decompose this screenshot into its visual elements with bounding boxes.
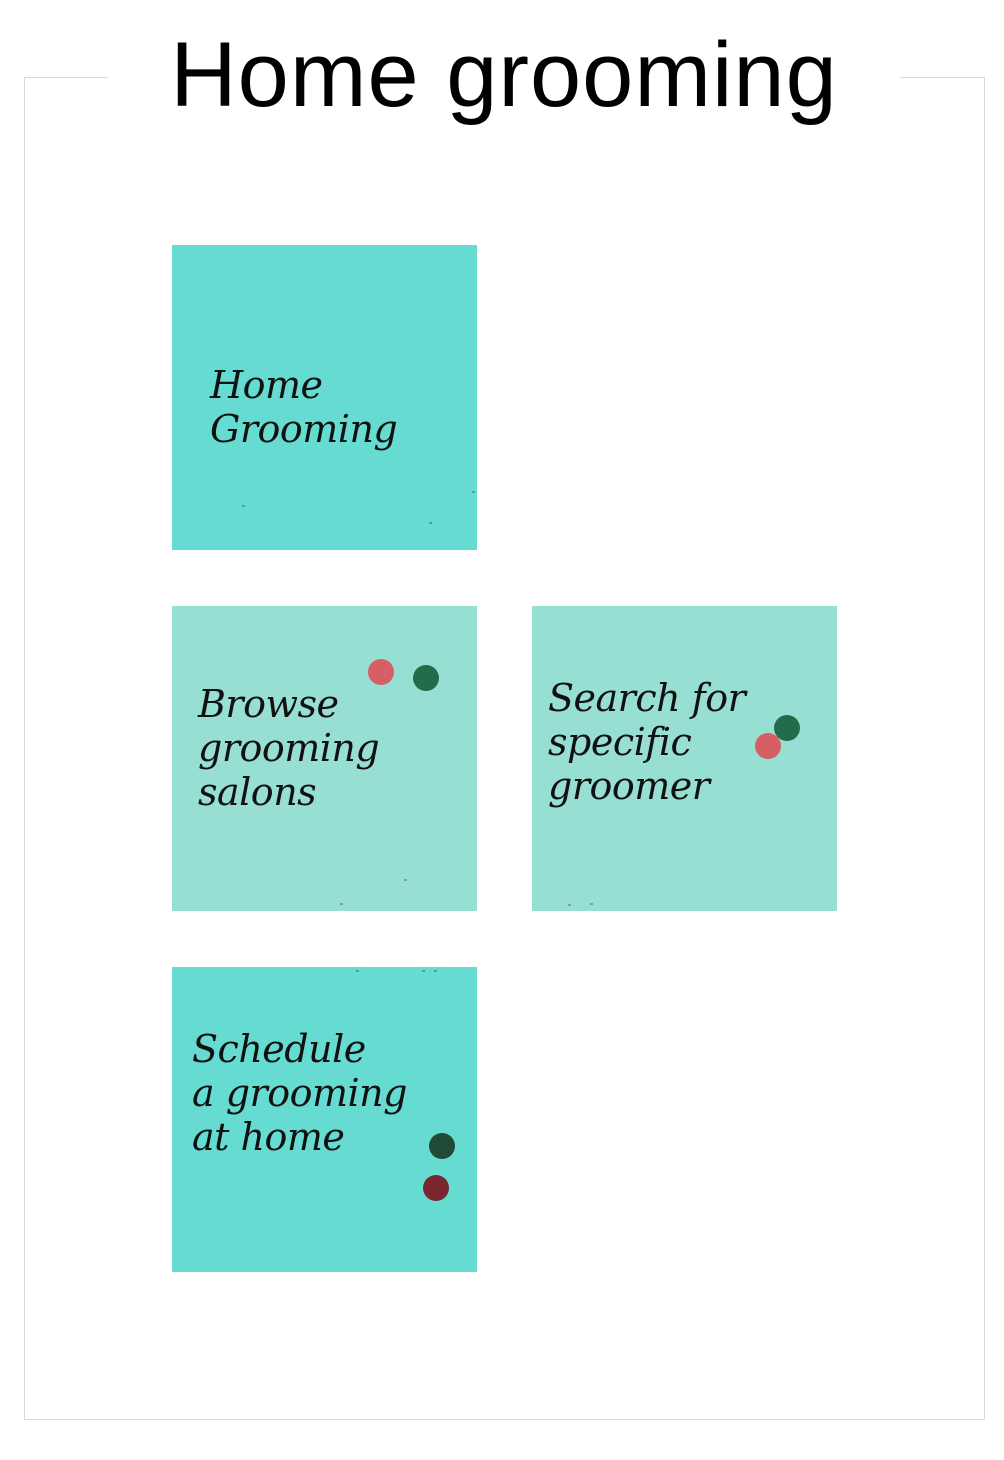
- title-container: Home grooming: [108, 20, 900, 130]
- sticky-note-text: Home Grooming: [210, 363, 398, 451]
- sticky-note-browse-grooming-salons[interactable]: Browse grooming salons: [172, 606, 477, 911]
- board-frame: [24, 77, 985, 1420]
- red-vote-dot: [755, 733, 781, 759]
- green-vote-dot: [413, 665, 439, 691]
- sticky-note-text: Schedule a grooming at home: [192, 1027, 407, 1159]
- sticky-note-text: Browse grooming salons: [198, 682, 380, 814]
- dark-green-vote-dot: [429, 1133, 455, 1159]
- sticky-note-schedule-grooming-at-home[interactable]: Schedule a grooming at home: [172, 967, 477, 1272]
- dark-red-vote-dot: [423, 1175, 449, 1201]
- sticky-note-home-grooming[interactable]: Home Grooming: [172, 245, 477, 550]
- sticky-note-search-specific-groomer[interactable]: Search for specific groomer: [532, 606, 837, 911]
- red-vote-dot: [368, 659, 394, 685]
- page-title: Home grooming: [170, 24, 838, 126]
- sticky-note-text: Search for specific groomer: [548, 676, 746, 808]
